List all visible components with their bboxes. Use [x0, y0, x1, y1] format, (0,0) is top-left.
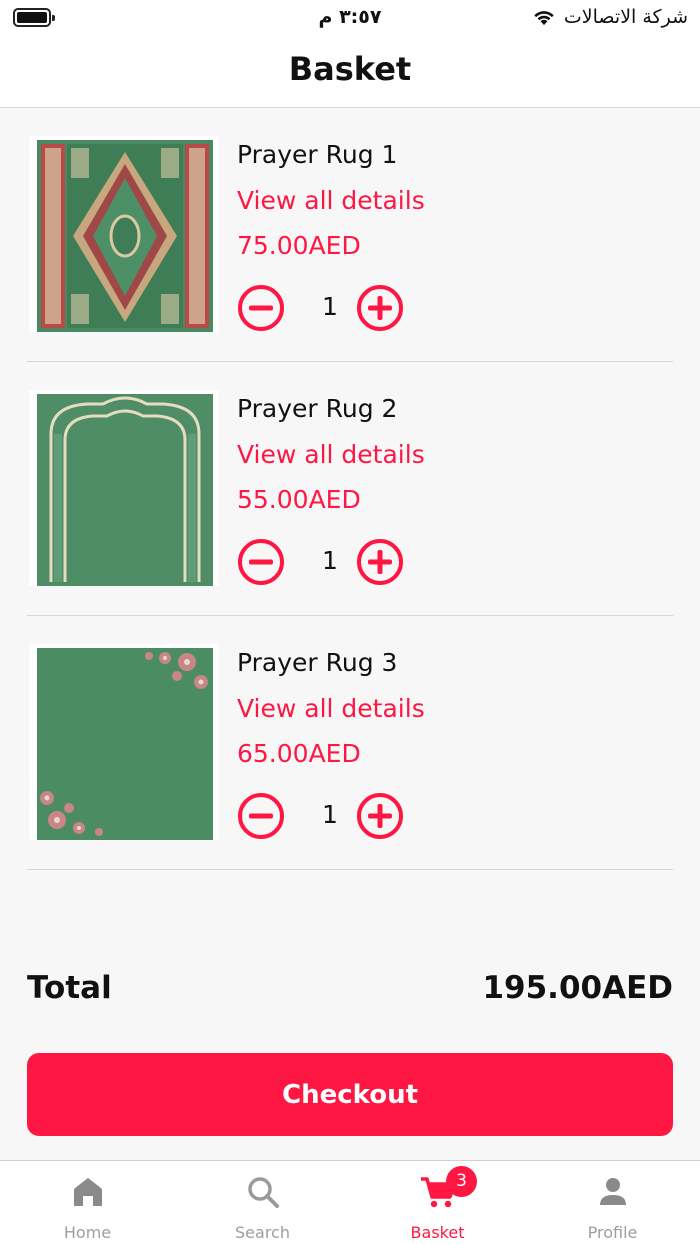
quantity-stepper: 1 — [237, 538, 407, 586]
product-image[interactable] — [29, 136, 219, 332]
view-details-link[interactable]: View all details — [237, 186, 425, 215]
basket-item: Prayer Rug 2 View all details 55.00AED 1 — [27, 362, 673, 616]
view-details-link[interactable]: View all details — [237, 440, 425, 469]
minus-icon[interactable] — [237, 792, 285, 840]
home-icon — [73, 1178, 102, 1206]
tab-bar: Home Search Basket Profile — [0, 1160, 700, 1244]
basket-item: Prayer Rug 3 View all details 65.00AED 1 — [27, 616, 673, 870]
plus-icon[interactable] — [356, 284, 404, 332]
page-title: Basket — [288, 50, 412, 88]
product-name: Prayer Rug 3 — [237, 648, 398, 677]
basket-item: Prayer Rug 1 View all details 75.00AED 1 — [27, 108, 673, 362]
product-price: 65.00AED — [237, 739, 361, 768]
nav-header: Basket — [0, 34, 700, 108]
carrier-name: شركة الاتصالات — [563, 6, 688, 28]
tab-home[interactable]: Home — [0, 1161, 175, 1244]
tab-label: Search — [235, 1223, 290, 1242]
product-image[interactable] — [29, 644, 219, 840]
quantity-value: 1 — [322, 546, 338, 575]
minus-icon[interactable] — [237, 538, 285, 586]
quantity-stepper: 1 — [237, 792, 407, 840]
checkout-button[interactable]: Checkout — [27, 1053, 673, 1136]
plus-icon[interactable] — [356, 792, 404, 840]
quantity-stepper: 1 — [237, 284, 407, 332]
tab-label: Basket — [410, 1223, 465, 1242]
tab-label: Profile — [587, 1223, 638, 1242]
tab-basket[interactable]: Basket — [350, 1161, 525, 1244]
plus-icon[interactable] — [356, 538, 404, 586]
product-name: Prayer Rug 1 — [237, 140, 398, 169]
carrier-info: شركة الاتصالات — [532, 6, 688, 28]
status-bar: ٣:٥٧ م شركة الاتصالات — [0, 0, 700, 34]
tab-label: Home — [63, 1223, 112, 1242]
search-icon — [247, 1177, 279, 1208]
product-name: Prayer Rug 2 — [237, 394, 398, 423]
minus-icon[interactable] — [237, 284, 285, 332]
total-label: Total — [27, 970, 112, 1006]
product-price: 55.00AED — [237, 485, 361, 514]
basket-list: Prayer Rug 1 View all details 75.00AED 1 — [27, 108, 673, 870]
product-image[interactable] — [29, 390, 219, 586]
cart-count-badge: 3 — [446, 1166, 477, 1197]
total-value: 195.00AED — [482, 970, 673, 1006]
total-row: Total 195.00AED — [27, 970, 673, 1014]
wifi-icon — [532, 8, 556, 26]
product-price: 75.00AED — [237, 231, 361, 260]
quantity-value: 1 — [322, 800, 338, 829]
person-icon — [599, 1178, 626, 1205]
tab-profile[interactable]: Profile — [525, 1161, 700, 1244]
view-details-link[interactable]: View all details — [237, 694, 425, 723]
quantity-value: 1 — [322, 292, 338, 321]
tab-search[interactable]: Search — [175, 1161, 350, 1244]
